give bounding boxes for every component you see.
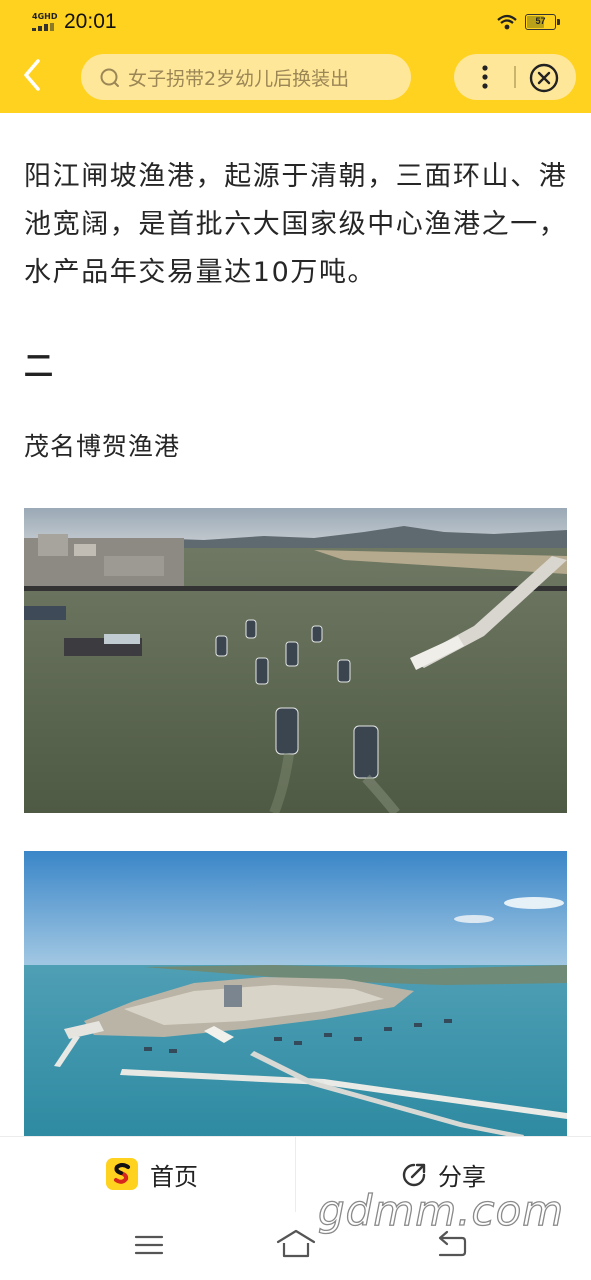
harbor-photo-town[interactable] — [24, 851, 567, 1141]
app-header: 4GHD 20:01 57 女子拐带2岁幼儿后换装出 — [0, 0, 591, 113]
app-logo-icon — [106, 1158, 138, 1190]
battery-icon: 57 — [525, 14, 560, 30]
section-number: 二 — [24, 349, 54, 383]
more-button[interactable] — [470, 59, 500, 95]
harbor-photo-boats-image — [24, 508, 567, 813]
search-input[interactable]: 女子拐带2岁幼儿后换装出 — [128, 64, 349, 91]
home-tab[interactable]: 首页 — [0, 1137, 295, 1213]
watermark: gdmm.com — [317, 1185, 565, 1235]
article-paragraph: 阳江闸坡渔港，起源于清朝，三面环山、港池宽阔，是首批六大国家级中心渔港之一，水产… — [24, 161, 568, 288]
network-type: 4GHD — [32, 12, 58, 21]
share-icon — [402, 1163, 426, 1187]
status-time: 20:01 — [64, 10, 117, 33]
section-subtitle: 茂名博贺渔港 — [24, 432, 181, 461]
home-tab-label: 首页 — [150, 1163, 198, 1191]
signal-icon: 4GHD — [32, 12, 58, 32]
capsule-divider — [514, 66, 516, 88]
wifi-icon — [497, 14, 517, 30]
harbor-photo-boats[interactable] — [24, 508, 567, 813]
battery-level: 57 — [535, 16, 546, 26]
search-icon — [100, 68, 119, 87]
back-icon — [24, 59, 40, 91]
status-bar: 4GHD 20:01 57 — [0, 0, 591, 46]
home-icon[interactable] — [275, 1228, 317, 1260]
close-button[interactable] — [527, 61, 561, 95]
nav-bar: 女子拐带2岁幼儿后换装出 — [0, 46, 591, 113]
more-icon — [482, 65, 488, 89]
menu-icon[interactable] — [133, 1230, 165, 1260]
harbor-photo-town-image — [24, 851, 567, 1141]
search-box[interactable]: 女子拐带2岁幼儿后换装出 — [81, 54, 411, 100]
mini-program-capsule — [454, 54, 576, 100]
back-button[interactable] — [16, 55, 52, 95]
close-icon — [529, 63, 559, 93]
